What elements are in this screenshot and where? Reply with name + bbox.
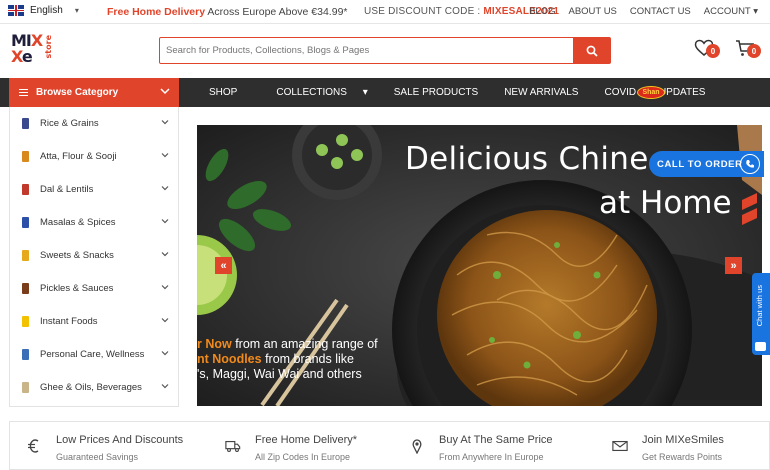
category-item-masalas-spices[interactable]: Masalas & Spices (10, 206, 178, 239)
category-item-personal-care[interactable]: Personal Care, Wellness (10, 338, 178, 371)
promo-text: Free Home Delivery Across Europe Above €… (107, 6, 348, 18)
chevron-down-icon (161, 153, 169, 158)
browse-category-label: Browse Category (36, 87, 119, 98)
features-strip: Low Prices And Discounts Guaranteed Savi… (9, 421, 770, 470)
pin-icon (412, 439, 422, 454)
category-item-atta-flour[interactable]: Atta, Flour & Sooji (10, 140, 178, 173)
browse-category-button[interactable]: Browse Category (9, 78, 179, 107)
nav-shop[interactable]: SHOP (196, 87, 250, 98)
category-item-dal-lentils[interactable]: Dal & Lentils (10, 173, 178, 206)
hero-subtitle: r Now from an amazing range of nt Noodle… (197, 337, 378, 381)
chat-bubble-icon (755, 342, 766, 351)
chevron-down-icon (161, 318, 169, 323)
chevron-down-icon (161, 285, 169, 290)
language-label: English (30, 5, 63, 16)
truck-icon (225, 440, 241, 452)
product-thumb-icon (22, 250, 29, 261)
category-item-rice-grains[interactable]: Rice & Grains (10, 107, 178, 140)
chat-widget[interactable]: Chat with us (752, 273, 770, 355)
link-account[interactable]: ACCOUNT ▾ (704, 6, 758, 17)
product-thumb-icon (22, 382, 29, 393)
chevron-down-icon (161, 120, 169, 125)
category-item-sweets-snacks[interactable]: Sweets & Snacks (10, 239, 178, 272)
search-bar (159, 37, 611, 64)
link-blog[interactable]: BLOG (529, 6, 555, 17)
chevron-down-icon (161, 384, 169, 389)
cart-button[interactable]: 0 (735, 39, 761, 59)
menu-icon (19, 89, 28, 96)
hero-title-line2: at Home (599, 185, 732, 221)
product-thumb-icon (22, 118, 29, 129)
slider-prev-button[interactable]: « (215, 257, 232, 274)
slider-next-button[interactable]: » (725, 257, 742, 274)
nav-collections[interactable]: COLLECTIONS ▾ (250, 87, 380, 98)
hero-title-line1: Delicious Chine (405, 141, 649, 177)
nav-new-arrivals[interactable]: NEW ARRIVALS (491, 87, 591, 98)
chevron-down-icon (161, 186, 169, 191)
wishlist-count-badge: 0 (706, 44, 720, 58)
category-item-instant-foods[interactable]: Instant Foods (10, 305, 178, 338)
chat-label: Chat with us (755, 285, 764, 327)
envelope-icon (612, 440, 628, 452)
product-thumb-icon (22, 316, 29, 327)
shan-brand-logo[interactable]: Shan (637, 86, 665, 99)
top-bar: English ▾ Free Home Delivery Across Euro… (0, 0, 770, 24)
chevron-down-icon: ▾ (74, 6, 79, 15)
chevron-down-icon (161, 252, 169, 257)
product-thumb-icon (22, 349, 29, 360)
chevron-down-icon (161, 219, 169, 224)
search-icon (586, 45, 598, 57)
category-item-pickles-sauces[interactable]: Pickles & Sauces (10, 272, 178, 305)
call-to-order-label: CALL TO ORDER (657, 158, 743, 170)
chevron-down-icon (161, 351, 169, 356)
site-logo[interactable]: MIX Xe store (11, 31, 53, 69)
uk-flag-icon (8, 5, 24, 16)
call-to-order-button[interactable]: CALL TO ORDER (649, 151, 764, 177)
phone-icon (740, 154, 760, 174)
product-thumb-icon (22, 217, 29, 228)
top-links: BLOG ABOUT US CONTACT US ACCOUNT ▾ (529, 6, 758, 17)
nav-sale-products[interactable]: SALE PRODUCTS (381, 87, 491, 98)
chevron-down-icon (160, 88, 170, 95)
cart-count-badge: 0 (747, 44, 761, 58)
link-about-us[interactable]: ABOUT US (569, 6, 617, 17)
search-input[interactable] (160, 38, 574, 63)
category-item-ghee-oils[interactable]: Ghee & Oils, Beverages (10, 371, 178, 404)
product-thumb-icon (22, 283, 29, 294)
search-button[interactable] (573, 38, 610, 63)
wishlist-button[interactable]: 0 (694, 39, 720, 59)
product-thumb-icon (22, 151, 29, 162)
euro-icon (28, 439, 39, 453)
category-sidebar: Rice & Grains Atta, Flour & Sooji Dal & … (9, 107, 179, 407)
product-thumb-icon (22, 184, 29, 195)
language-selector[interactable]: English ▾ (8, 5, 79, 16)
link-contact-us[interactable]: CONTACT US (630, 6, 691, 17)
